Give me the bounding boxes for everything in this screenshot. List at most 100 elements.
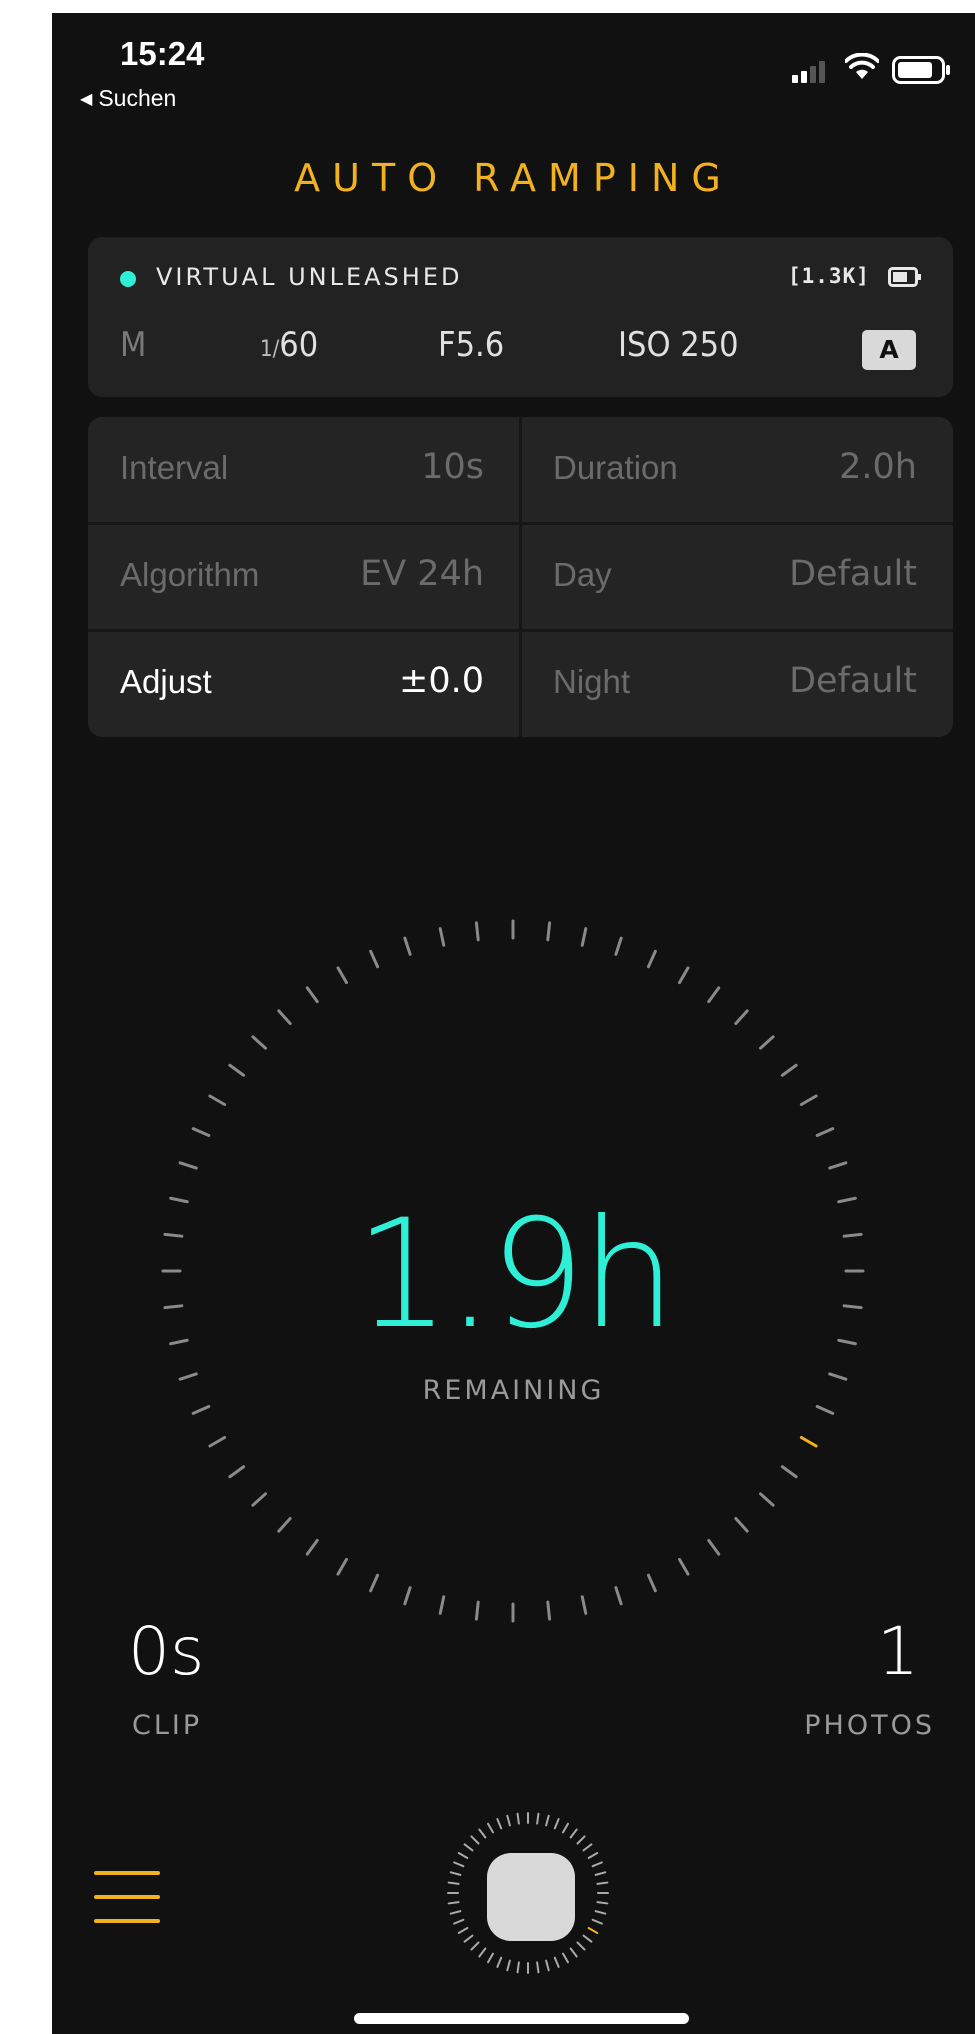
setting-value: 10s bbox=[421, 447, 484, 487]
progress-tick bbox=[478, 1828, 487, 1839]
progress-tick bbox=[453, 1918, 465, 1925]
hamburger-menu-icon[interactable] bbox=[94, 1871, 160, 1927]
progress-tick bbox=[678, 966, 690, 985]
menu-bar bbox=[94, 1895, 160, 1899]
progress-tick bbox=[305, 1538, 319, 1556]
status-bar: 15:24 ◀ Suchen bbox=[52, 13, 975, 113]
setting-label: Interval bbox=[120, 449, 229, 486]
progress-tick bbox=[457, 1852, 469, 1859]
setting-label: Algorithm bbox=[120, 556, 260, 593]
divider bbox=[519, 417, 522, 737]
camera-resolution: [1.3K] bbox=[788, 264, 870, 288]
progress-tick bbox=[587, 1852, 599, 1859]
progress-tick bbox=[780, 1063, 798, 1077]
progress-tick bbox=[594, 1871, 607, 1876]
progress-tick bbox=[569, 1828, 578, 1839]
progress-tick bbox=[470, 1941, 480, 1951]
progress-tick bbox=[208, 1436, 227, 1448]
progress-tick bbox=[734, 1516, 749, 1533]
progress-tick bbox=[277, 1009, 292, 1026]
progress-tick bbox=[591, 1861, 603, 1868]
progress-tick bbox=[191, 1127, 211, 1138]
progress-tick bbox=[582, 1934, 593, 1943]
progress-tick bbox=[208, 1094, 227, 1106]
progress-tick bbox=[336, 1557, 348, 1576]
progress-tick bbox=[576, 1941, 586, 1951]
wifi-icon bbox=[845, 53, 879, 79]
progress-tick bbox=[474, 921, 480, 942]
aperture[interactable]: F5.6 bbox=[438, 325, 504, 365]
progress-tick bbox=[828, 1161, 848, 1170]
cellular-signal-icon bbox=[792, 61, 825, 83]
photos-label: PHOTOS bbox=[804, 1710, 935, 1741]
progress-tick bbox=[580, 1595, 588, 1615]
progress-tick bbox=[251, 1035, 268, 1050]
setting-algorithm[interactable]: Algorithm EV 24h bbox=[88, 524, 520, 631]
progress-tick bbox=[591, 1918, 603, 1925]
progress-tick bbox=[369, 1573, 380, 1593]
progress-tick bbox=[707, 1538, 721, 1556]
progress-tick bbox=[815, 1404, 835, 1415]
progress-tick bbox=[546, 1600, 552, 1621]
progress-tick bbox=[447, 1901, 460, 1905]
clip-length: 0s bbox=[128, 1613, 205, 1690]
settings-grid: Interval 10s Duration 2.0h Algorithm EV … bbox=[88, 417, 953, 737]
progress-tick bbox=[516, 1812, 520, 1825]
progress-tick bbox=[553, 1956, 560, 1968]
progress-tick bbox=[191, 1404, 211, 1415]
progress-tick bbox=[545, 1814, 550, 1827]
progress-tick bbox=[470, 1835, 480, 1845]
progress-tick bbox=[678, 1557, 690, 1576]
progress-tick bbox=[780, 1465, 798, 1479]
photo-count: 1 bbox=[877, 1613, 919, 1690]
progress-tick bbox=[463, 1843, 474, 1852]
camera-name: VIRTUAL UNLEASHED bbox=[156, 263, 463, 291]
progress-tick bbox=[545, 1959, 550, 1972]
setting-value: 2.0h bbox=[839, 447, 917, 487]
shutter-control[interactable] bbox=[438, 1803, 618, 1983]
remaining-label: REMAINING bbox=[422, 1375, 605, 1406]
setting-label: Night bbox=[553, 663, 631, 700]
progress-tick bbox=[403, 936, 412, 956]
camera-battery-icon bbox=[888, 267, 921, 287]
progress-tick bbox=[506, 1959, 511, 1972]
progress-tick bbox=[536, 1961, 540, 1974]
progress-tick bbox=[799, 1094, 818, 1106]
setting-duration[interactable]: Duration 2.0h bbox=[521, 417, 953, 524]
camera-card[interactable]: VIRTUAL UNLEASHED [1.3K] M 1/60 F5.6 ISO… bbox=[88, 237, 953, 397]
progress-tick bbox=[596, 1901, 609, 1905]
setting-adjust[interactable]: Adjust ±0.0 bbox=[88, 631, 520, 737]
iso[interactable]: ISO 250 bbox=[618, 325, 739, 365]
progress-tick bbox=[536, 1812, 540, 1825]
progress-tick bbox=[277, 1516, 292, 1533]
progress-tick bbox=[447, 1881, 460, 1885]
shutter-value: 60 bbox=[279, 325, 319, 365]
progress-tick bbox=[506, 1814, 511, 1827]
shutter-prefix: 1/ bbox=[260, 337, 280, 362]
progress-tick bbox=[478, 1947, 487, 1958]
auto-mode-badge[interactable]: A bbox=[862, 330, 916, 370]
connection-status-dot bbox=[120, 271, 136, 287]
setting-value: ±0.0 bbox=[399, 661, 484, 701]
app-screen: 15:24 ◀ Suchen AUTO RAMPING VIRTUAL UNLEA… bbox=[52, 13, 975, 2034]
shutter-speed[interactable]: 1/60 bbox=[260, 325, 318, 365]
setting-label: Duration bbox=[553, 449, 678, 486]
progress-tick bbox=[576, 1835, 586, 1845]
setting-day[interactable]: Day Default bbox=[521, 524, 953, 631]
exposure-mode[interactable]: M bbox=[120, 325, 146, 365]
setting-night[interactable]: Night Default bbox=[521, 631, 953, 737]
back-to-search-link[interactable]: ◀ Suchen bbox=[80, 85, 176, 112]
progress-tick bbox=[562, 1952, 569, 1964]
progress-tick bbox=[646, 1573, 657, 1593]
setting-label: Adjust bbox=[120, 663, 212, 700]
progress-tick bbox=[815, 1127, 835, 1138]
progress-tick bbox=[463, 1934, 474, 1943]
setting-value: Default bbox=[789, 661, 917, 701]
progress-tick bbox=[562, 1822, 569, 1834]
setting-interval[interactable]: Interval 10s bbox=[88, 417, 520, 524]
progress-tick-active bbox=[799, 1436, 818, 1448]
progress-tick bbox=[438, 1595, 446, 1615]
shutter-button[interactable] bbox=[487, 1853, 575, 1941]
back-arrow-icon: ◀ bbox=[80, 91, 93, 108]
progress-tick bbox=[449, 1910, 462, 1915]
